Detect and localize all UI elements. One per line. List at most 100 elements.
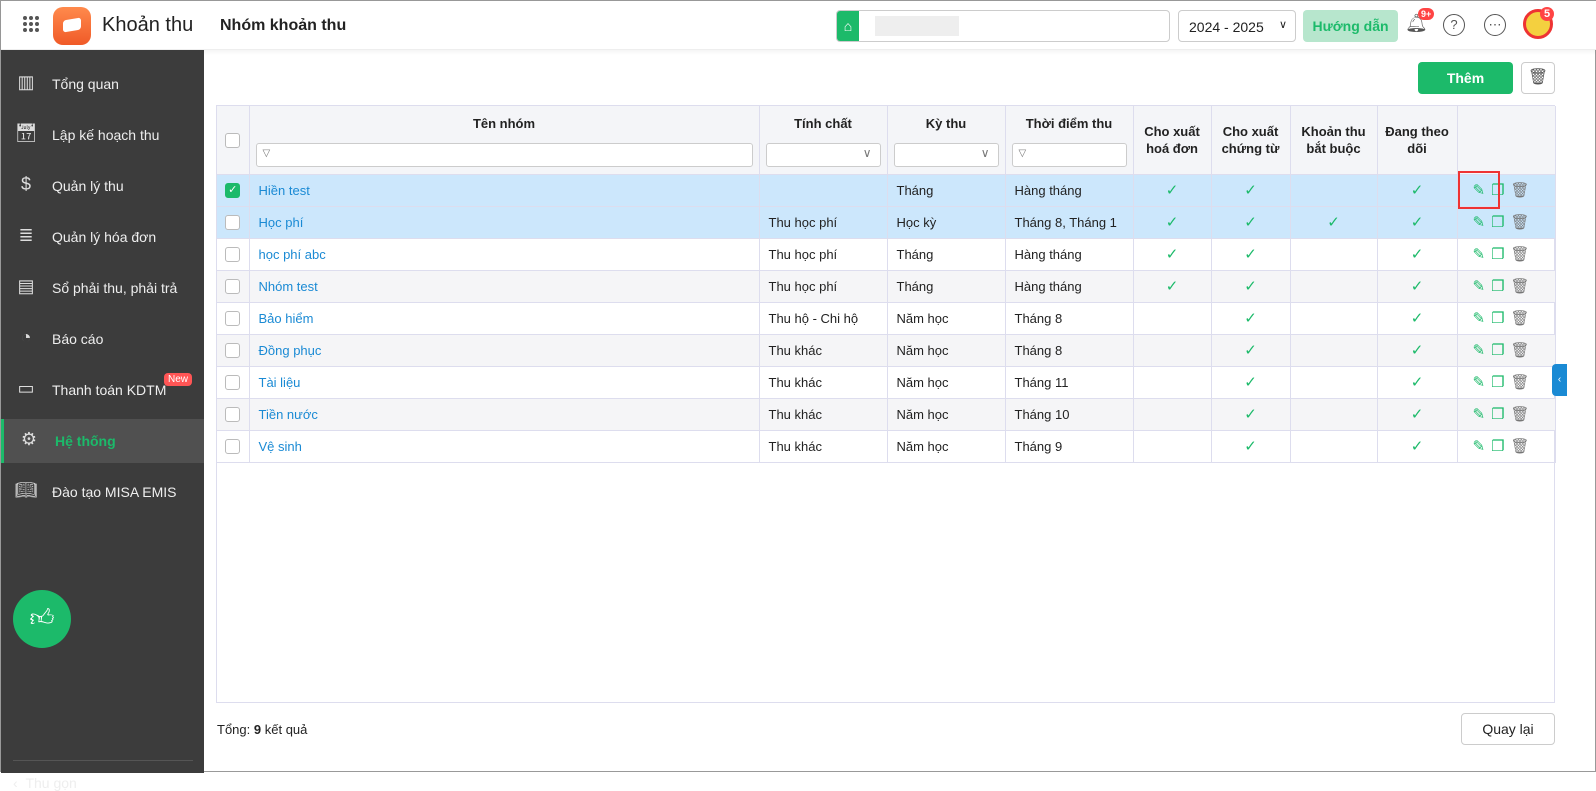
row-checkbox[interactable]: [225, 215, 241, 231]
row-checkbox[interactable]: [225, 439, 241, 455]
edit-pencil-icon[interactable]: ✎: [1473, 438, 1486, 455]
sidebar-item[interactable]: ▤ Sổ phải thu, phải trả: [1, 266, 204, 310]
sidebar-item[interactable]: $ Quản lý thu: [1, 164, 204, 208]
edit-pencil-icon[interactable]: ✎: [1473, 278, 1486, 295]
sidebar-item[interactable]: ≣ Quản lý hóa đơn: [1, 215, 204, 259]
sidebar-item[interactable]: ▥ Tổng quan: [1, 62, 204, 106]
row-checkbox[interactable]: [225, 407, 241, 423]
check-icon: ✓: [1244, 342, 1257, 359]
edit-pencil-icon[interactable]: ✎: [1473, 342, 1486, 359]
period-filter-select[interactable]: ∨: [893, 143, 999, 167]
copy-icon[interactable]: ❐: [1491, 374, 1504, 391]
flag-cell: [1290, 238, 1378, 271]
bulk-delete-button[interactable]: 🗑︎: [1521, 62, 1555, 94]
trash-icon[interactable]: 🗑︎: [1511, 246, 1530, 263]
copy-icon[interactable]: ❐: [1491, 342, 1504, 359]
table-row[interactable]: học phí abc Thu học phí Tháng Hàng tháng ✓ ✓ ✓…: [217, 238, 1556, 271]
table-row[interactable]: Bảo hiểm Thu hộ - Chi hộ Năm học Tháng 8 ✓ ✓ ✎…: [217, 302, 1556, 335]
copy-icon[interactable]: ❐: [1491, 246, 1504, 263]
row-checkbox[interactable]: [225, 311, 241, 327]
trash-icon[interactable]: 🗑︎: [1511, 310, 1530, 327]
copy-icon[interactable]: ❐: [1491, 406, 1504, 423]
trash-icon[interactable]: 🗑︎: [1511, 278, 1530, 295]
total-count: Tổng: 9 kết quả: [217, 722, 307, 737]
trash-icon[interactable]: 🗑︎: [1511, 438, 1530, 455]
group-name-link[interactable]: Hiền test: [249, 174, 760, 207]
row-checkbox[interactable]: [225, 375, 241, 391]
school-name-redacted: [875, 16, 959, 36]
flag-cell: ✓: [1377, 174, 1458, 207]
type-filter-select[interactable]: ∨: [765, 143, 881, 167]
col-time: Thời điểm thu ▽: [1005, 106, 1134, 175]
check-icon: ✓: [1410, 374, 1424, 391]
group-name-link[interactable]: Tiền nước: [249, 398, 760, 431]
row-select-cell: [217, 366, 250, 399]
chart-icon: ▥: [17, 72, 35, 92]
more-icon[interactable]: ⋯: [1484, 14, 1506, 36]
select-all-checkbox[interactable]: [225, 133, 241, 149]
school-year-value: 2024 - 2025: [1189, 19, 1264, 35]
help-icon[interactable]: ?: [1443, 14, 1465, 36]
collapse-sidebar-button[interactable]: ‹ Thu gọn: [13, 760, 193, 791]
flag-cell: ✓: [1211, 366, 1291, 399]
type-cell: [759, 174, 888, 207]
name-filter-input[interactable]: ▽: [255, 143, 753, 167]
table-row[interactable]: Vệ sinh Thu khác Năm học Tháng 9 ✓ ✓ ✎ ❐ 🗑︎: [217, 430, 1556, 463]
type-cell: Thu hộ - Chi hộ: [759, 302, 888, 335]
trash-icon[interactable]: 🗑︎: [1511, 182, 1530, 199]
row-checkbox[interactable]: [225, 343, 241, 359]
guide-button[interactable]: Hướng dẫn: [1303, 10, 1398, 42]
group-name-link[interactable]: học phí abc: [249, 238, 760, 271]
row-checkbox[interactable]: [225, 279, 241, 295]
group-name-link[interactable]: Học phí: [249, 206, 760, 239]
trash-icon[interactable]: 🗑︎: [1511, 406, 1530, 423]
flag-cell: ✓: [1377, 302, 1458, 335]
group-name-link[interactable]: Bảo hiểm: [249, 302, 760, 335]
group-name-link[interactable]: Vệ sinh: [249, 430, 760, 463]
group-name-link[interactable]: Đồng phục: [249, 334, 760, 367]
time-filter-input[interactable]: ▽: [1011, 143, 1127, 167]
table-row[interactable]: ✓ Hiền test Tháng Hàng tháng ✓ ✓ ✓ ✎ ❐ 🗑︎: [217, 174, 1556, 207]
row-checkbox[interactable]: [225, 247, 241, 263]
edit-pencil-icon[interactable]: ✎: [1473, 246, 1486, 263]
trash-icon[interactable]: 🗑︎: [1511, 214, 1530, 231]
copy-icon[interactable]: ❐: [1491, 214, 1504, 231]
sidebar-item-label: Tổng quan: [52, 76, 119, 92]
sidebar-item[interactable]: ▭ Thanh toán KDTM New: [1, 368, 204, 412]
add-button[interactable]: Thêm: [1418, 62, 1513, 94]
group-name-link[interactable]: Tài liệu: [249, 366, 760, 399]
back-button[interactable]: Quay lại: [1461, 713, 1555, 745]
edit-pencil-icon[interactable]: ✎: [1473, 374, 1486, 391]
row-checkbox[interactable]: ✓: [225, 183, 241, 199]
sidebar-item[interactable]: 📅︎ Lập kế hoạch thu: [1, 113, 204, 157]
school-selector[interactable]: ⌂: [836, 10, 1170, 42]
check-icon: ✓: [1327, 214, 1340, 231]
table-row[interactable]: Tài liệu Thu khác Năm học Tháng 11 ✓ ✓ ✎ ❐ 🗑︎: [217, 366, 1556, 399]
sidebar-item[interactable]: 📖︎ Đào tạo MISA EMIS: [1, 470, 204, 514]
edit-pencil-icon[interactable]: ✎: [1473, 214, 1486, 231]
table-row[interactable]: Học phí Thu học phí Học kỳ Tháng 8, Tháng 1…: [217, 206, 1556, 239]
group-name-link[interactable]: Nhóm test: [249, 270, 760, 303]
school-year-select[interactable]: 2024 - 2025 ∨: [1178, 10, 1296, 42]
sidebar-item-label: Quản lý hóa đơn: [52, 229, 157, 245]
trash-icon[interactable]: 🗑︎: [1511, 374, 1530, 391]
check-icon: ✓: [1410, 438, 1424, 455]
table-row[interactable]: Đồng phục Thu khác Năm học Tháng 8 ✓ ✓ ✎ ❐ 🗑︎: [217, 334, 1556, 367]
sidebar-item[interactable]: ◔ Báo cáo: [1, 317, 204, 361]
check-icon: ✓: [1165, 182, 1179, 199]
copy-icon[interactable]: ❐: [1491, 310, 1504, 327]
sidebar-item[interactable]: ⚙︎ Hệ thống: [1, 419, 204, 463]
app-grid-icon[interactable]: [23, 16, 39, 32]
total-prefix: Tổng:: [217, 722, 251, 737]
table-row[interactable]: Tiền nước Thu khác Năm học Tháng 10 ✓ ✓ ✎ ❐ 🗑︎: [217, 398, 1556, 431]
table-row[interactable]: Nhóm test Thu học phí Tháng Hàng tháng ✓ ✓ ✓ ✎ ❐…: [217, 270, 1556, 303]
edit-pencil-icon[interactable]: ✎: [1473, 310, 1486, 327]
feedback-thumb-icon[interactable]: 👍︎: [13, 590, 71, 648]
side-panel-toggle[interactable]: ‹: [1552, 364, 1567, 396]
edit-pencil-icon[interactable]: ✎: [1473, 406, 1486, 423]
trash-icon[interactable]: 🗑︎: [1511, 342, 1530, 359]
copy-icon[interactable]: ❐: [1491, 278, 1504, 295]
time-cell: Tháng 9: [1005, 430, 1134, 463]
time-cell: Tháng 11: [1005, 366, 1134, 399]
copy-icon[interactable]: ❐: [1491, 438, 1504, 455]
